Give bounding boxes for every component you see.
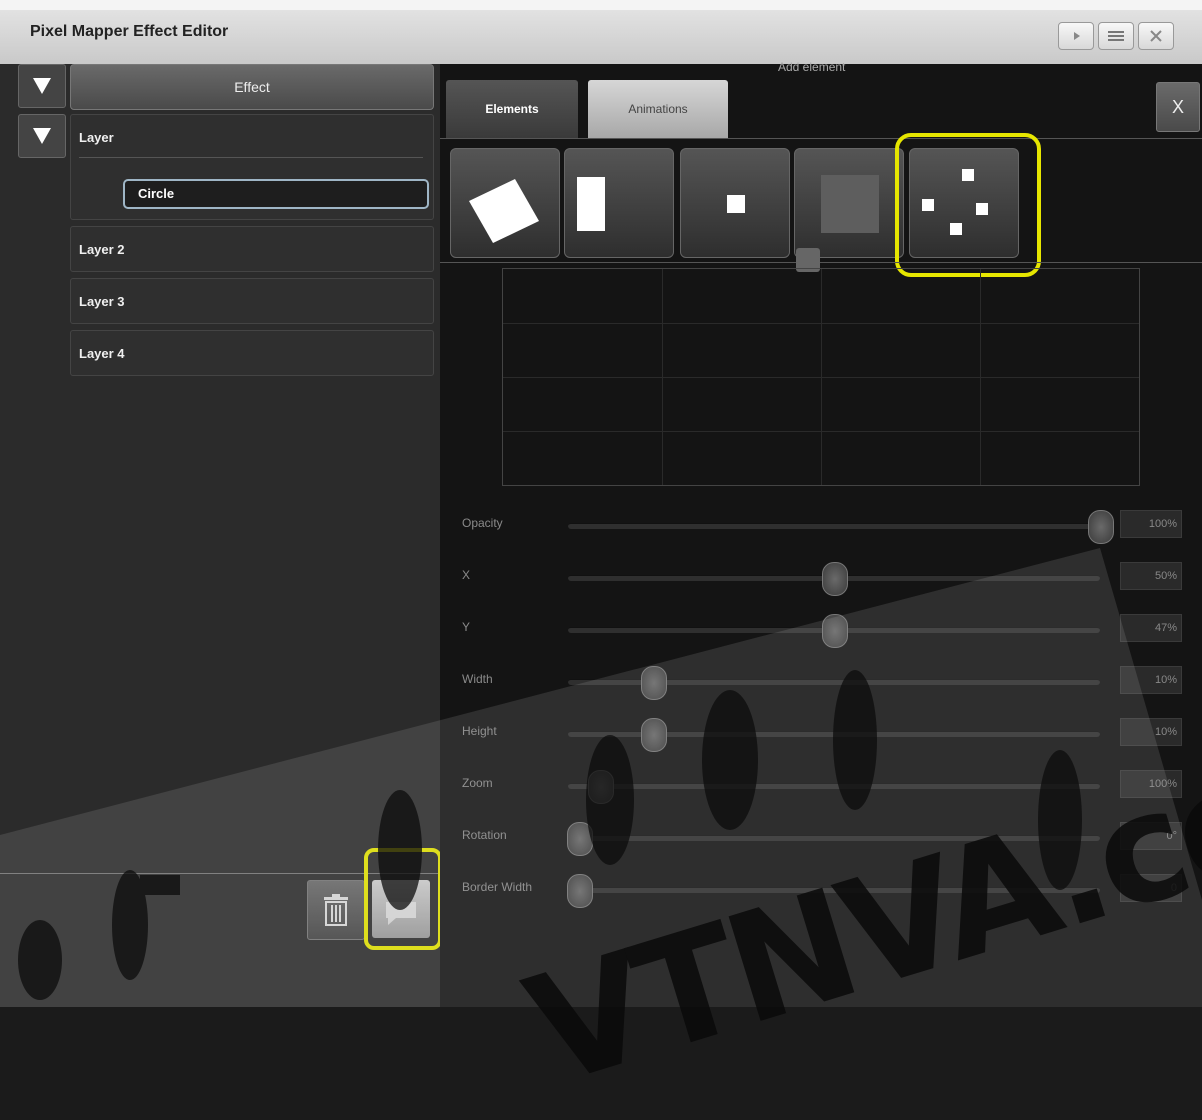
property-row-rotation: Rotation 0°	[440, 822, 1202, 856]
tab-animations[interactable]: Animations	[588, 80, 728, 138]
width-slider[interactable]	[568, 666, 1100, 700]
title-bar: Pixel Mapper Effect Editor	[0, 0, 1202, 65]
tab-elements[interactable]: Elements	[446, 80, 578, 138]
preview-canvas[interactable]	[502, 268, 1140, 486]
window-title: Pixel Mapper Effect Editor	[30, 23, 229, 40]
element-label: Circle	[138, 186, 175, 201]
property-value[interactable]: 0	[1120, 874, 1182, 902]
slider-thumb[interactable]	[566, 822, 593, 856]
property-label: Opacity	[462, 516, 503, 530]
property-value[interactable]: 100%	[1120, 770, 1182, 798]
slider-thumb[interactable]	[1088, 510, 1114, 544]
triangle-down-icon	[33, 128, 51, 144]
opacity-slider[interactable]	[568, 510, 1114, 544]
property-row-height: Height 10%	[440, 718, 1202, 752]
collapse-effect-button[interactable]	[18, 64, 66, 108]
height-slider[interactable]	[568, 718, 1100, 752]
property-row-width: Width 10%	[440, 666, 1202, 700]
x-slider[interactable]	[568, 562, 1100, 596]
property-label: Border Width	[462, 880, 533, 894]
collapse-layer-button[interactable]	[18, 114, 66, 158]
zoom-slider[interactable]	[568, 770, 1100, 804]
grid-line	[980, 269, 981, 485]
highlight-ring	[364, 848, 442, 950]
property-label: Y	[462, 620, 471, 634]
property-value[interactable]: 50%	[1120, 562, 1182, 590]
grid-line	[821, 269, 822, 485]
property-value[interactable]: 10%	[1120, 666, 1182, 694]
panel-header: Add element	[778, 60, 846, 74]
divider	[440, 262, 1202, 263]
property-value[interactable]: 100%	[1120, 510, 1182, 538]
y-slider[interactable]	[568, 614, 1100, 648]
grid-line	[662, 269, 663, 485]
layer-label: Layer 4	[79, 346, 125, 361]
rotated-square-icon	[469, 179, 539, 243]
layer-item-2[interactable]: Layer 2	[70, 226, 434, 272]
menu-icon	[1108, 31, 1124, 41]
trash-icon	[324, 894, 348, 926]
layer-item-4[interactable]: Layer 4	[70, 330, 434, 376]
delete-button[interactable]	[307, 880, 365, 940]
tile-gradient-square[interactable]	[794, 148, 904, 258]
property-label: X	[462, 568, 471, 582]
layer-item-3[interactable]: Layer 3	[70, 278, 434, 324]
slider-thumb[interactable]	[641, 718, 668, 752]
vertical-bar-icon	[577, 177, 605, 231]
property-row-x: X 50%	[440, 562, 1202, 596]
play-button[interactable]	[1058, 22, 1094, 50]
layer-label: Layer 2	[79, 242, 125, 257]
property-label: Height	[462, 724, 497, 738]
slider-thumb[interactable]	[822, 614, 848, 648]
property-value[interactable]: 10%	[1120, 718, 1182, 746]
effect-button[interactable]: Effect	[70, 64, 434, 110]
property-row-opacity: Opacity 100%	[440, 510, 1202, 544]
triangle-down-icon	[33, 78, 51, 94]
divider	[440, 138, 1202, 139]
close-panel-button[interactable]: X	[1156, 82, 1200, 132]
property-row-zoom: Zoom 100%	[440, 770, 1202, 804]
element-item-circle[interactable]: Circle	[123, 179, 429, 209]
small-square-icon	[727, 195, 745, 213]
window-close-button[interactable]	[1138, 22, 1174, 50]
gradient-square-icon	[821, 175, 879, 233]
property-row-border-width: Border Width 0	[440, 874, 1202, 908]
slider-thumb[interactable]	[641, 666, 668, 700]
menu-button[interactable]	[1098, 22, 1134, 50]
highlight-ring	[895, 133, 1041, 277]
layer-label: Layer 3	[79, 294, 125, 309]
property-value[interactable]: 47%	[1120, 614, 1182, 642]
rotation-slider[interactable]	[566, 822, 1100, 856]
close-icon	[1150, 30, 1162, 42]
property-value[interactable]: 0°	[1120, 822, 1182, 850]
property-label: Zoom	[462, 776, 493, 790]
border-width-slider[interactable]	[566, 874, 1100, 908]
tile-vertical-bar[interactable]	[564, 148, 674, 258]
add-element-panel: Add element Elements Animations X Opacit…	[440, 60, 1202, 1007]
property-label: Rotation	[462, 828, 507, 842]
tile-small-square[interactable]	[680, 148, 790, 258]
property-row-y: Y 47%	[440, 614, 1202, 648]
slider-thumb[interactable]	[587, 770, 614, 804]
divider	[79, 157, 423, 158]
slider-thumb[interactable]	[566, 874, 593, 908]
play-icon	[1074, 32, 1080, 40]
slider-thumb[interactable]	[822, 562, 848, 596]
tile-rotated-square[interactable]	[450, 148, 560, 258]
layer-label: Layer	[79, 130, 114, 145]
property-label: Width	[462, 672, 493, 686]
